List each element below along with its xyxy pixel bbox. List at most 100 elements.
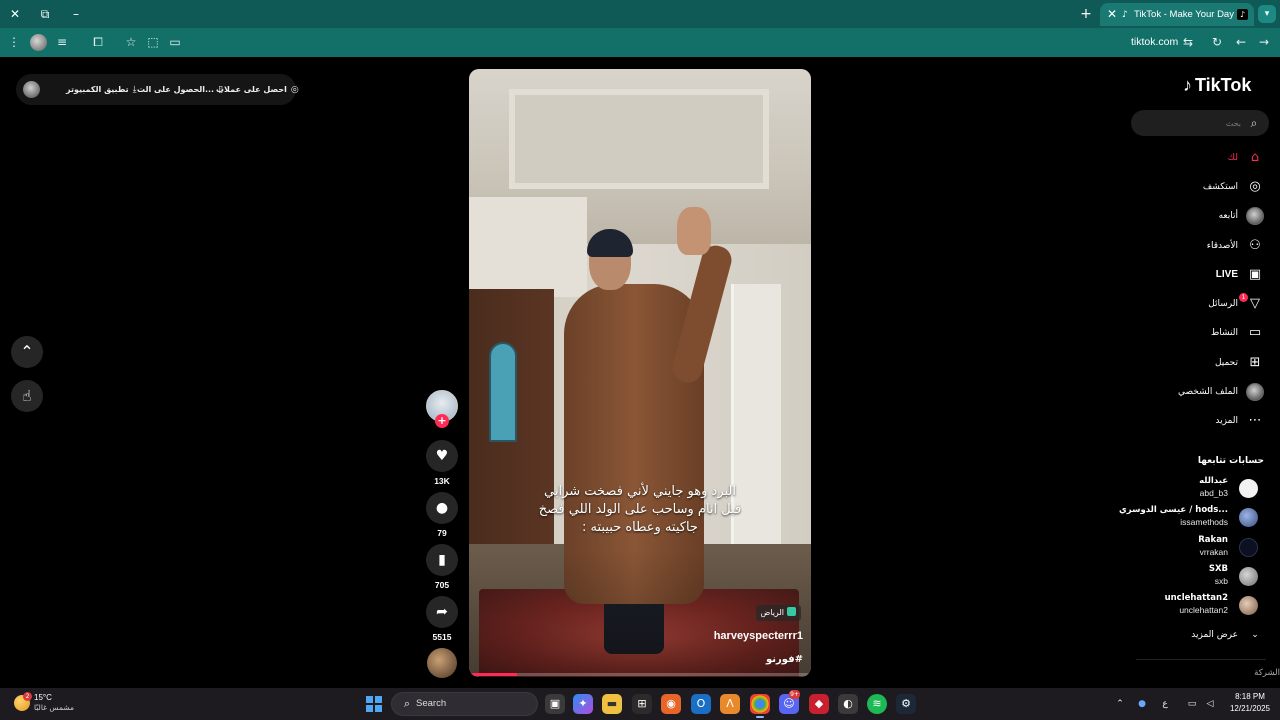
bookmark-icon[interactable]: ▮: [426, 544, 458, 576]
followed-account[interactable]: عبدالله abd_b3: [1130, 475, 1270, 501]
tab-title: TikTok - Make Your Day: [1134, 9, 1234, 20]
bookmark-star-icon[interactable]: ☆: [121, 32, 141, 52]
nav-label: LIVE: [1215, 269, 1238, 280]
video-hashtag[interactable]: #فورنو: [766, 654, 803, 665]
nav-activity[interactable]: النشاط ▭: [1140, 321, 1270, 345]
browser-tab[interactable]: ✕ ♪ TikTok - Make Your Day ♪: [1100, 3, 1254, 26]
video-caption: البرد وهو جايني لأني فصخت شرابي قبل انام…: [469, 483, 811, 537]
microphone-icon[interactable]: ●: [1134, 694, 1150, 714]
forward-arrow-icon[interactable]: →: [1254, 32, 1274, 52]
search-icon[interactable]: ⌕: [1246, 115, 1262, 131]
video-progress-fill: [469, 673, 517, 676]
upload-plus-icon: ⊞: [1249, 355, 1261, 370]
address-bar-url[interactable]: tiktok.com: [1131, 28, 1178, 57]
search-input[interactable]: [1141, 110, 1241, 136]
hand-cursor-icon[interactable]: ☝: [11, 380, 43, 412]
nav-messages[interactable]: الرسائل ▽ 1: [1140, 292, 1270, 316]
messages-badge: 1: [1239, 293, 1248, 302]
app-a-icon[interactable]: Λ: [720, 694, 740, 714]
like-heart-icon[interactable]: ♥: [426, 440, 458, 472]
outlook-icon[interactable]: O: [691, 694, 711, 714]
task-view-icon[interactable]: ▣: [545, 694, 565, 714]
location-tag[interactable]: الرياض: [755, 605, 801, 621]
new-tab-plus-icon[interactable]: +: [1078, 4, 1094, 24]
desktop-app-link[interactable]: تطبيق الكمبيوتر ⤓: [66, 74, 137, 106]
profile-avatar: [1246, 383, 1264, 401]
tab-audio-icon: ♪: [1122, 10, 1128, 20]
nav-friends[interactable]: الأصدقاء ⚇: [1140, 234, 1270, 258]
followed-account[interactable]: عيسى الدوسري / hods... issamethods: [1119, 504, 1270, 530]
weather-widget[interactable]: 2 15°C مشمس غالبًا: [12, 691, 102, 717]
back-arrow-icon[interactable]: ←: [1231, 32, 1251, 52]
cast-icon[interactable]: ▭: [165, 32, 185, 52]
restore-window-icon[interactable]: ⧉: [35, 4, 55, 24]
windows-start-icon[interactable]: [366, 696, 382, 712]
followed-account[interactable]: Rakan vrrakan: [1130, 534, 1270, 560]
network-icon[interactable]: ▭: [1184, 694, 1200, 714]
spotify-icon[interactable]: ≋: [867, 694, 887, 714]
minimize-window-icon[interactable]: –: [66, 4, 86, 24]
nav-more[interactable]: المزيد ⋯: [1140, 409, 1270, 433]
volume-icon[interactable]: ◁: [1202, 694, 1218, 714]
tiktok-logo[interactable]: ♪ TikTok: [1183, 75, 1251, 99]
reload-icon[interactable]: ↻: [1207, 32, 1227, 52]
get-coins-label: احصل على عملات: [216, 85, 287, 94]
previous-video-chevron-up-icon[interactable]: ⌃: [11, 336, 43, 368]
company-link[interactable]: الشركة: [1254, 668, 1280, 678]
screenshot-icon[interactable]: ⬚: [143, 32, 163, 52]
system-tray: ⌃ ● ع ▭ ◁: [1112, 694, 1222, 714]
nav-upload[interactable]: تحميل ⊞: [1140, 351, 1270, 375]
user-avatar[interactable]: [23, 81, 40, 98]
extensions-icon[interactable]: ⧠: [88, 32, 108, 52]
close-window-icon[interactable]: ✕: [5, 4, 25, 24]
video-scene-door-glass: [489, 342, 517, 442]
chrome-icon[interactable]: [750, 694, 770, 718]
steam-icon[interactable]: ⚙: [896, 694, 916, 714]
nav-profile[interactable]: الملف الشخصي: [1140, 380, 1270, 404]
caption-line: البرد وهو جايني لأني فصخت شرابي: [544, 484, 736, 499]
microsoft-store-icon[interactable]: ⊞: [632, 694, 652, 714]
comment-icon[interactable]: ●: [426, 492, 458, 524]
video-scene-ceiling-panel: [509, 89, 769, 189]
taskbar-clock[interactable]: 8:18 PM 12/21/2025: [1224, 691, 1276, 715]
browser-menu-icon[interactable]: ⋮: [4, 32, 24, 52]
video-progress-bar[interactable]: [469, 673, 811, 676]
show-more-label: عرض المزيد: [1191, 630, 1238, 640]
video-player[interactable]: البرد وهو جايني لأني فصخت شرابي قبل انام…: [469, 69, 811, 677]
music-disc-icon[interactable]: [427, 648, 457, 678]
browser-toolbar: ⋮ ≡ ⧠ ☆ ⬚ ▭ tiktok.com ⇆ ↻ ← →: [0, 28, 1280, 57]
get-app-link[interactable]: الحصول على الت... ▯: [137, 74, 223, 106]
show-more-button[interactable]: عرض المزيد ⌄: [1140, 625, 1270, 645]
input-language[interactable]: ع: [1157, 694, 1173, 714]
followed-account[interactable]: SXB sxb: [1130, 563, 1270, 589]
account-handle: abd_b3: [1199, 488, 1228, 498]
nav-label: لك: [1227, 153, 1238, 163]
live-tv-icon: ▣: [1248, 267, 1262, 282]
nav-label: تحميل: [1214, 358, 1238, 368]
copilot-icon[interactable]: ✦: [573, 694, 593, 714]
taskbar-search[interactable]: ⌕ Search: [391, 692, 538, 716]
tray-overflow-chevron-up-icon[interactable]: ⌃: [1112, 694, 1128, 714]
friends-icon: ⚇: [1249, 238, 1261, 253]
media-control-icon[interactable]: ≡: [52, 32, 72, 52]
tab-close-icon[interactable]: ✕: [1104, 3, 1120, 26]
nav-live[interactable]: LIVE ▣: [1140, 263, 1270, 287]
followed-account[interactable]: unclehattan2 unclehattan2: [1130, 592, 1270, 618]
tab-menu-chevron-down-icon[interactable]: ▾: [1258, 5, 1276, 23]
account-handle: vrrakan: [1199, 547, 1228, 557]
messages-icon: ▽: [1250, 296, 1260, 311]
nav-following[interactable]: أتابعه: [1140, 204, 1270, 228]
app-red-icon[interactable]: ◆: [809, 694, 829, 714]
site-settings-icon[interactable]: ⇆: [1178, 32, 1198, 52]
file-explorer-icon[interactable]: ▬: [602, 694, 622, 714]
firefox-icon[interactable]: ◉: [661, 694, 681, 714]
nav-explore[interactable]: استكشف ◎: [1140, 175, 1270, 199]
app-circle-icon[interactable]: ◐: [838, 694, 858, 714]
follow-plus-icon[interactable]: +: [435, 414, 449, 428]
nav-for-you[interactable]: لك ⌂: [1140, 146, 1270, 170]
weather-condition: مشمس غالبًا: [34, 703, 75, 712]
share-arrow-icon[interactable]: ➦: [426, 596, 458, 628]
video-author[interactable]: harveyspecterrr1: [714, 630, 803, 642]
get-coins-link[interactable]: احصل على عملات ◎: [216, 74, 299, 106]
profile-avatar[interactable]: [30, 34, 47, 51]
